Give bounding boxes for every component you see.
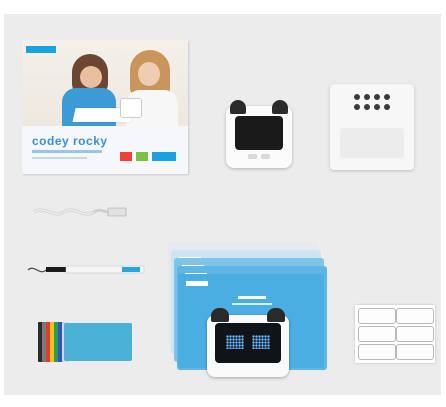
- card-logo: [186, 281, 208, 286]
- sensor-dot: [364, 104, 370, 110]
- card-heading-line: [238, 296, 266, 299]
- box-robot-image: [120, 98, 142, 118]
- product-box: codey rocky: [22, 40, 188, 174]
- robot-button: [261, 154, 270, 159]
- led-eye: [252, 335, 270, 349]
- sticker-label: [396, 344, 434, 360]
- rocky-accessory: [330, 84, 414, 170]
- brand-logo: [26, 46, 56, 53]
- girl-face: [138, 62, 160, 86]
- cyan-card: [64, 323, 132, 361]
- sticker-label: [396, 308, 434, 324]
- box-text-line: [32, 157, 87, 159]
- sticker-label: [358, 344, 396, 360]
- robot-screen: [235, 116, 283, 150]
- sensor-dot: [354, 104, 360, 110]
- sensor-dot: [374, 94, 380, 100]
- sensor-dot: [364, 94, 370, 100]
- led-eye: [226, 335, 244, 349]
- sensor-dot: [374, 104, 380, 110]
- box-subtitle-line: [32, 150, 102, 153]
- robot-right-ear: [272, 100, 288, 114]
- color-cards: [38, 322, 132, 362]
- robot-left-ear: [211, 308, 229, 322]
- sensor-dot: [384, 94, 390, 100]
- card-text-line: [232, 303, 272, 305]
- box-title: codey rocky: [32, 134, 108, 148]
- box-photo: [22, 40, 188, 126]
- box-tag-green: [136, 152, 148, 161]
- robot-led-screen: [215, 323, 281, 363]
- lanyard: [27, 265, 145, 274]
- sticker-label: [358, 326, 396, 342]
- accessory-base: [340, 128, 404, 158]
- sticker-label: [396, 326, 434, 342]
- card-robot-image: [207, 308, 289, 377]
- sticker-label: [358, 308, 396, 324]
- sensor-dot: [384, 104, 390, 110]
- usb-cable: [33, 207, 127, 217]
- robot-button: [248, 154, 257, 159]
- robot-left-ear: [230, 100, 246, 114]
- sticker-sheet: [355, 305, 435, 363]
- box-tag-blue: [152, 152, 176, 161]
- boy-face: [80, 66, 102, 88]
- box-tag-red: [120, 152, 132, 161]
- robot-right-ear: [267, 308, 285, 322]
- sensor-dot: [354, 94, 360, 100]
- codey-robot: [226, 100, 292, 168]
